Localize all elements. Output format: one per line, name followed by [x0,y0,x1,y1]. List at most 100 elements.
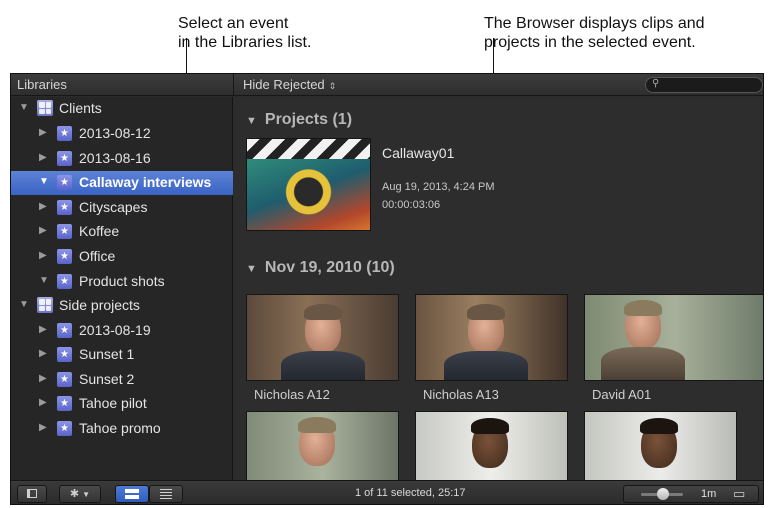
sidebar-event-tahoe-promo[interactable]: ▶ ★ Tahoe promo [11,417,233,441]
filmstrip-view-icon [125,489,139,499]
sidebar-event-koffee[interactable]: ▶ ★ Koffee [11,220,233,244]
callout-browser-line1: The Browser displays clips and [484,15,705,32]
show-hide-libraries-button[interactable] [17,485,47,503]
sidebar-event-office[interactable]: ▶ ★ Office [11,245,233,269]
callout-browser: The Browser displays clips and projects … [484,14,705,52]
action-menu-button[interactable]: ✱ ▼ [59,485,101,503]
person-hair-shape [471,418,509,434]
person-body-shape [601,347,685,380]
person-hair-shape [298,417,336,433]
project-poster-image [247,159,370,230]
sidebar-library-clients[interactable]: ▼ Clients [11,97,233,121]
clip-thumbnail-nicholas-a12[interactable] [246,294,399,381]
list-view-icon [160,489,172,499]
clip-thumbnail-nicholas-a13[interactable] [415,294,568,381]
event-star-icon: ★ [57,249,72,264]
hide-rejected-filter[interactable]: Hide Rejected ⇕ [243,77,336,92]
sidebar-event-tahoe-pilot[interactable]: ▶ ★ Tahoe pilot [11,392,233,416]
sidebar-item-label: Sunset 1 [79,346,135,362]
sidebar-item-label: Callaway interviews [79,174,212,190]
disclosure-collapsed-icon[interactable]: ▶ [39,397,47,408]
filmstrip-view-button[interactable] [115,485,149,503]
clip-thumbnail[interactable] [246,411,399,480]
person-body-shape [444,351,528,380]
updown-arrows-icon: ⇕ [328,81,337,91]
list-view-button[interactable] [149,485,183,503]
callout-libraries: Select an event in the Libraries list. [178,14,311,52]
disclosure-collapsed-icon[interactable]: ▶ [39,225,47,236]
event-star-icon: ★ [57,224,72,239]
libraries-sidebar: ▼ Clients ▶ ★ 2013-08-12 ▶ ★ 2013-08-16 … [11,97,233,480]
event-star-icon: ★ [57,396,72,411]
person-hair-shape [624,300,662,316]
sidebar-item-label: Tahoe pilot [79,395,147,411]
chevron-down-icon: ▼ [82,490,91,499]
sidebar-item-label: Cityscapes [79,199,148,215]
disclosure-expanded-icon[interactable]: ▼ [246,115,257,127]
search-icon: ⚲ [652,78,660,89]
clip-thumbnail-david-a01[interactable] [584,294,763,381]
project-duration: 00:00:03:06 [382,199,441,211]
top-toolbar: Libraries Hide Rejected ⇕ ⚲ [11,74,763,96]
sidebar-item-label: Clients [59,100,102,116]
selection-status: 1 of 11 selected, 25:17 [355,487,466,499]
fcp-window: Libraries Hide Rejected ⇕ ⚲ ▼ Clients ▶ ★… [10,73,764,505]
search-input[interactable]: ⚲ [645,77,763,93]
disclosure-collapsed-icon[interactable]: ▶ [39,422,47,433]
disclosure-expanded-icon[interactable]: ▼ [39,176,49,187]
disclosure-expanded-icon[interactable]: ▼ [19,102,29,113]
clip-appearance-filmstrip-icon[interactable]: ▭ [733,486,745,502]
event-browser: ▼ Projects (1) Callaway01 Aug 19, 2013, 4… [234,97,763,480]
sidebar-item-label: Koffee [79,223,120,239]
event-star-icon: ★ [57,151,72,166]
disclosure-expanded-icon[interactable]: ▼ [39,275,49,286]
zoom-slider-knob[interactable] [657,488,669,500]
libraries-header: Libraries [17,77,67,92]
event-star-icon: ★ [57,175,72,190]
zoom-duration-label: 1m [701,488,717,500]
sidebar-toggle-icon [27,489,37,498]
event-star-icon: ★ [57,323,72,338]
person-body-shape [281,351,365,380]
disclosure-collapsed-icon[interactable]: ▶ [39,250,47,261]
clip-name-label: David A01 [592,387,652,402]
sidebar-event-cityscapes[interactable]: ▶ ★ Cityscapes [11,196,233,220]
disclosure-collapsed-icon[interactable]: ▶ [39,348,47,359]
disclosure-collapsed-icon[interactable]: ▶ [39,152,47,163]
sidebar-event-sunset-2[interactable]: ▶ ★ Sunset 2 [11,368,233,392]
callout-libraries-line1: Select an event [178,15,289,32]
project-thumbnail[interactable] [246,138,371,231]
clip-name-label: Nicholas A13 [423,387,499,402]
clip-thumbnail[interactable] [415,411,568,480]
hide-rejected-label: Hide Rejected [243,77,325,92]
project-date: Aug 19, 2013, 4:24 PM [382,181,495,193]
sidebar-library-side-projects[interactable]: ▼ Side projects [11,294,233,318]
projects-section-header[interactable]: ▼ Projects (1) [246,111,352,129]
sidebar-event-2013-08-12[interactable]: ▶ ★ 2013-08-12 [11,122,233,146]
disclosure-expanded-icon[interactable]: ▼ [246,263,257,275]
sidebar-item-label: Sunset 2 [79,371,135,387]
clips-section-header[interactable]: ▼ Nov 19, 2010 (10) [246,259,395,277]
sidebar-item-label: 2013-08-12 [79,125,151,141]
event-star-icon: ★ [57,372,72,387]
projects-header-label: Projects (1) [264,111,353,128]
gear-icon: ✱ [69,488,80,500]
event-star-icon: ★ [57,421,72,436]
sidebar-item-label: Product shots [79,273,165,289]
disclosure-expanded-icon[interactable]: ▼ [19,299,29,310]
library-icon [37,100,53,116]
person-hair-shape [640,418,678,434]
sidebar-event-callaway-interviews[interactable]: ▼ ★ Callaway interviews [11,171,233,195]
disclosure-collapsed-icon[interactable]: ▶ [39,201,47,212]
clip-thumbnail[interactable] [584,411,737,480]
sidebar-event-sunset-1[interactable]: ▶ ★ Sunset 1 [11,343,233,367]
sidebar-event-2013-08-16[interactable]: ▶ ★ 2013-08-16 [11,147,233,171]
sidebar-event-2013-08-19[interactable]: ▶ ★ 2013-08-19 [11,319,233,343]
sidebar-event-product-shots[interactable]: ▼ ★ Product shots [11,270,233,294]
disclosure-collapsed-icon[interactable]: ▶ [39,373,47,384]
disclosure-collapsed-icon[interactable]: ▶ [39,324,47,335]
clip-name-label: Nicholas A12 [254,387,330,402]
project-title[interactable]: Callaway01 [382,145,454,161]
sidebar-item-label: 2013-08-16 [79,150,151,166]
disclosure-collapsed-icon[interactable]: ▶ [39,127,47,138]
